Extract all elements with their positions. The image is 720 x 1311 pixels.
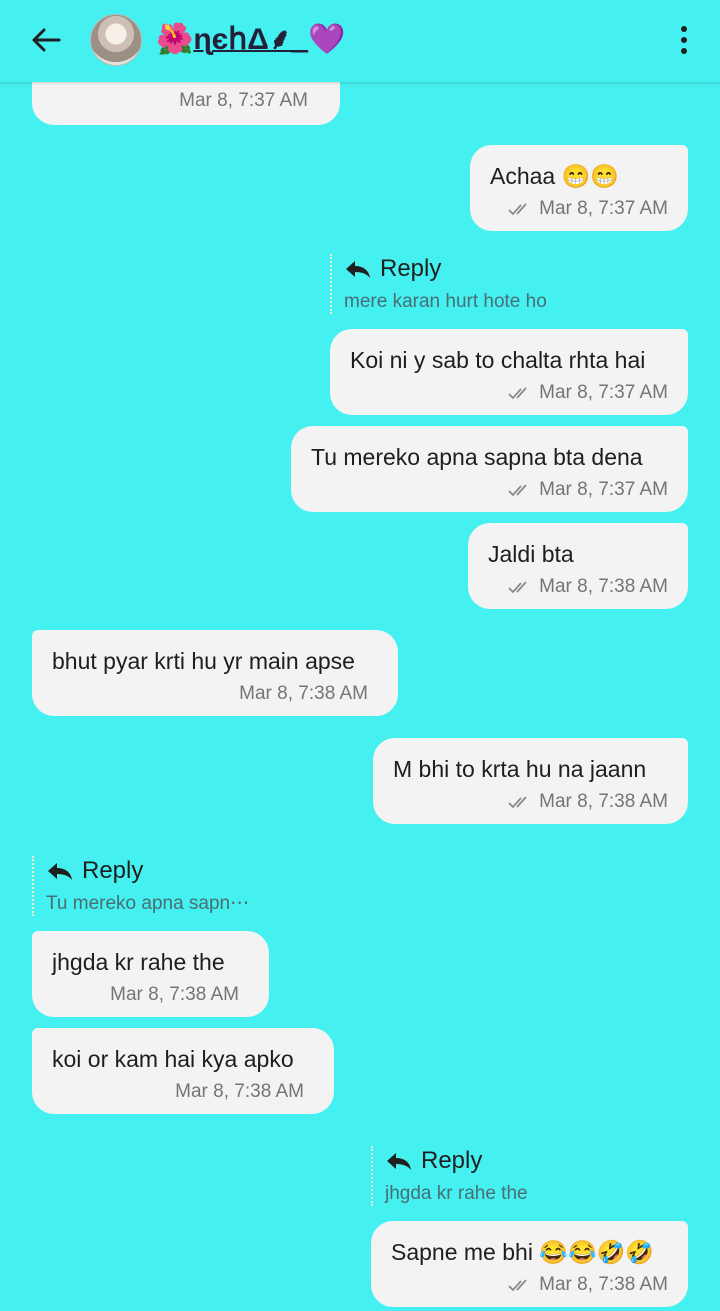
message-bubble-outgoing[interactable]: Koi ni y sab to chalta rhta hai Mar 8, 7… (330, 329, 688, 415)
contact-name[interactable]: 🌺ɳєհΔ⸙_💜 (156, 20, 345, 60)
more-dot-icon (681, 48, 687, 54)
message-text: bhut pyar krti hu yr main apse (52, 648, 355, 674)
message-timestamp: Mar 8, 7:38 AM (110, 984, 239, 1005)
reply-context[interactable]: Reply mere karan hurt hote ho (330, 254, 547, 314)
message-bubble-incoming[interactable]: koi or kam hai kya apko Mar 8, 7:38 AM (32, 1028, 334, 1114)
reply-title: Reply (385, 1146, 528, 1176)
message-bubble-outgoing[interactable]: Tu mereko apna sapna bta dena Mar 8, 7:3… (291, 426, 688, 512)
message-timestamp: Mar 8, 7:37 AM (539, 479, 668, 500)
message-bubble-outgoing[interactable]: Jaldi bta Mar 8, 7:38 AM (468, 523, 688, 609)
reply-label: Reply (380, 255, 442, 282)
message-bubble-outgoing[interactable]: Sapne me bhi 😂😂🤣🤣 Mar 8, 7:38 AM (371, 1221, 688, 1307)
title-name-text: ɳєհΔ⸙_ (193, 23, 309, 56)
reply-quote: Tu mereko apna sapn⋯ (46, 893, 250, 914)
more-options-button[interactable] (672, 22, 696, 58)
message-text: Koi ni y sab to chalta rhta hai (350, 347, 646, 373)
message-bubble-outgoing[interactable]: M bhi to krta hu na jaann Mar 8, 7:38 AM (373, 738, 688, 824)
message-meta: Mar 8, 7:38 AM (393, 790, 668, 814)
message-timestamp: Mar 8, 7:38 AM (539, 791, 668, 812)
double-check-icon (508, 796, 527, 809)
title-flower-emoji: 🌺 (156, 23, 194, 56)
message-timestamp: Mar 8, 7:37 AM (179, 90, 308, 111)
reply-label: Reply (421, 1147, 483, 1174)
message-timestamp: Mar 8, 7:38 AM (539, 1274, 668, 1295)
double-check-icon (508, 581, 527, 594)
message-timestamp: Mar 8, 7:38 AM (539, 576, 668, 597)
message-meta: Mar 8, 7:38 AM (488, 575, 668, 599)
message-meta: Mar 8, 7:37 AM (490, 197, 668, 221)
double-check-icon (508, 203, 527, 216)
message-timestamp: Mar 8, 7:37 AM (539, 198, 668, 219)
message-text: Tu mereko apna sapna bta dena (311, 444, 643, 470)
reply-context[interactable]: Reply Tu mereko apna sapn⋯ (32, 856, 249, 916)
message-meta: Mar 8, 7:38 AM (391, 1273, 668, 1297)
message-meta: Mar 8, 7:37 AM (311, 478, 668, 502)
reply-label: Reply (82, 857, 144, 884)
back-button[interactable] (26, 22, 66, 58)
more-dot-icon (681, 37, 687, 43)
reply-icon (48, 863, 72, 880)
message-text: Jaldi bta (488, 541, 574, 567)
message-timestamp: Mar 8, 7:38 AM (239, 683, 368, 704)
message-bubble-incoming[interactable]: bhut pyar krti hu yr main apse Mar 8, 7:… (32, 630, 398, 716)
chat-header: 🌺ɳєհΔ⸙_💜 (0, 0, 720, 82)
message-bubble-outgoing[interactable]: Achaa 😁😁 Mar 8, 7:37 AM (470, 145, 688, 231)
message-bubble-incoming[interactable]: jhgda kr rahe the Mar 8, 7:38 AM (32, 931, 269, 1017)
double-check-icon (508, 1279, 527, 1292)
reply-context[interactable]: Reply jhgda kr rahe the (371, 1146, 528, 1206)
message-text: Achaa 😁😁 (490, 163, 619, 189)
reply-title: Reply (344, 254, 547, 284)
double-check-icon (508, 484, 527, 497)
message-text: M bhi to krta hu na jaann (393, 756, 647, 782)
reply-title: Reply (46, 856, 249, 886)
contact-avatar[interactable] (90, 14, 142, 66)
message-text: jhgda kr rahe the (52, 949, 225, 975)
title-heart-emoji: 💜 (308, 23, 346, 56)
reply-icon (346, 261, 370, 278)
message-meta: Mar 8, 7:37 AM (350, 381, 668, 405)
reply-quote: jhgda kr rahe the (385, 1183, 528, 1204)
double-check-icon (508, 387, 527, 400)
message-text: koi or kam hai kya apko (52, 1046, 294, 1072)
message-timestamp: Mar 8, 7:38 AM (175, 1081, 304, 1102)
message-timestamp: Mar 8, 7:37 AM (539, 382, 668, 403)
more-dot-icon (681, 26, 687, 32)
reply-icon (387, 1153, 411, 1170)
reply-quote: mere karan hurt hote ho (344, 291, 547, 312)
back-arrow-icon (32, 28, 61, 52)
message-text: Sapne me bhi 😂😂🤣🤣 (391, 1239, 654, 1265)
